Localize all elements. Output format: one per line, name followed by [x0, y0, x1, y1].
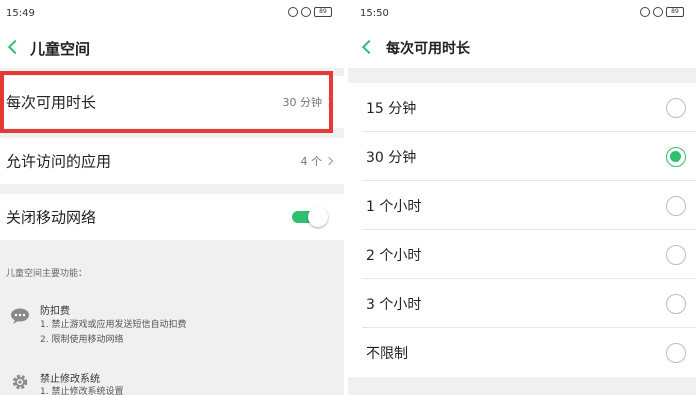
- header: 儿童空间: [0, 28, 344, 68]
- option-label: 3 个小时: [366, 296, 422, 313]
- chevron-right-icon: [324, 97, 334, 107]
- chevron-right-icon: [324, 156, 334, 166]
- mobile-network-toggle[interactable]: [292, 207, 328, 227]
- status-bar: 15:50 89: [348, 0, 696, 28]
- clock-icon: [301, 7, 311, 17]
- features-heading: 儿童空间主要功能：: [6, 269, 88, 279]
- option-unlimited[interactable]: 不限制: [348, 328, 696, 377]
- page-title: 每次可用时长: [386, 41, 470, 57]
- mobile-network-label: 关闭移动网络: [6, 208, 97, 227]
- option-label: 30 分钟: [366, 149, 417, 166]
- feature-line: 2. 限制使用移动网络: [40, 335, 124, 345]
- status-bar: 15:49 89: [0, 0, 344, 28]
- feature-title: 禁止修改系统: [40, 374, 100, 385]
- back-arrow-icon[interactable]: [6, 37, 20, 57]
- mobile-network-row: 关闭移动网络: [0, 194, 344, 240]
- feature-item: 防扣费 1. 禁止游戏或应用发送短信自动扣费 2. 限制使用移动网络: [0, 302, 344, 352]
- option-1-hour[interactable]: 1 个小时: [348, 181, 696, 230]
- status-time: 15:49: [6, 8, 35, 19]
- option-2-hours[interactable]: 2 个小时: [348, 230, 696, 279]
- usage-duration-row[interactable]: 每次可用时长 30 分钟: [0, 76, 344, 128]
- status-time: 15:50: [360, 8, 389, 19]
- allowed-apps-value: 4 个: [300, 155, 323, 168]
- radio-button[interactable]: [666, 195, 686, 216]
- radio-button[interactable]: [666, 97, 686, 118]
- chat-bubble-icon: [11, 308, 29, 324]
- option-label: 1 个小时: [366, 198, 422, 215]
- back-arrow-icon[interactable]: [360, 37, 374, 57]
- usage-duration-label: 每次可用时长: [6, 93, 97, 112]
- alarm-icon: [640, 7, 650, 17]
- right-screen: 15:50 89 每次可用时长 15 分钟 30 分钟 1 个小时 2 个小时 …: [348, 0, 696, 395]
- allowed-apps-label: 允许访问的应用: [6, 152, 112, 171]
- page-title: 儿童空间: [30, 40, 91, 58]
- option-30-min[interactable]: 30 分钟: [348, 132, 696, 181]
- option-label: 15 分钟: [366, 100, 417, 117]
- option-3-hours[interactable]: 3 个小时: [348, 279, 696, 328]
- alarm-icon: [288, 7, 298, 17]
- option-label: 2 个小时: [366, 247, 422, 264]
- clock-icon: [653, 7, 663, 17]
- option-label: 不限制: [366, 345, 408, 362]
- feature-title: 防扣费: [40, 306, 70, 317]
- feature-item: 禁止修改系统 1. 禁止修改系统设置: [0, 370, 344, 395]
- battery-icon: 89: [314, 7, 332, 17]
- feature-line: 1. 禁止游戏或应用发送短信自动扣费: [40, 320, 187, 330]
- gear-icon: [12, 374, 28, 390]
- feature-line: 1. 禁止修改系统设置: [40, 387, 124, 395]
- option-15-min[interactable]: 15 分钟: [348, 83, 696, 132]
- battery-icon: 89: [666, 7, 684, 17]
- radio-button[interactable]: [666, 342, 686, 363]
- radio-button[interactable]: [666, 293, 686, 314]
- usage-duration-value: 30 分钟: [282, 96, 323, 109]
- allowed-apps-row[interactable]: 允许访问的应用 4 个: [0, 138, 344, 184]
- header: 每次可用时长: [348, 28, 696, 68]
- left-screen: 15:49 89 儿童空间 每次可用时长 30 分钟 允许访问的应用 4 个 关…: [0, 0, 344, 395]
- radio-button[interactable]: [666, 244, 686, 265]
- radio-button-checked[interactable]: [666, 146, 686, 167]
